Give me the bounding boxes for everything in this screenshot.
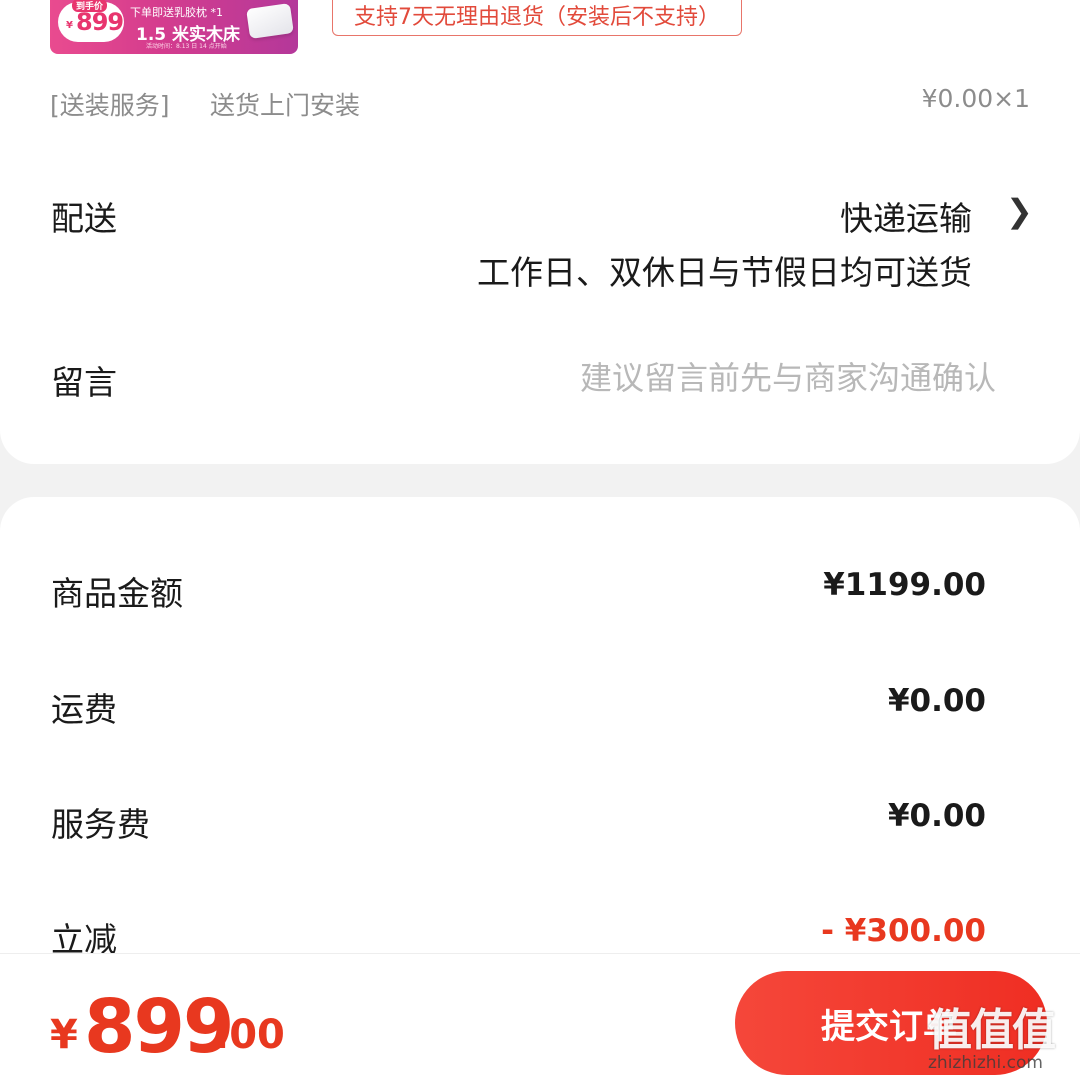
service-price: ¥0.00×1	[921, 84, 1030, 113]
service-fee-label: 服务费	[51, 805, 150, 844]
promo-line: 下单即送乳胶枕 *1	[130, 6, 223, 19]
watermark-logo: 值值值	[928, 1005, 1056, 1056]
service-label: [送装服务]	[50, 91, 170, 120]
price-number: 899	[76, 8, 124, 36]
goods-amount-value: ¥1199.00	[823, 567, 986, 603]
order-detail-card: 到手价 ¥ 899 下单即送乳胶枕 *1 1.5 米实木床 活动时间：8.13 …	[0, 0, 1080, 464]
total-decimals: .00	[214, 1012, 285, 1058]
delivery-label: 配送	[51, 199, 117, 238]
return-policy-badge: 支持7天无理由退货（安装后不支持）	[332, 0, 742, 36]
checkout-bar: ¥ 899 .00 提交订单 值值值 zhizhizhi.com	[0, 953, 1080, 1081]
price-yen: ¥	[66, 20, 73, 31]
price-bubble: 到手价 ¥ 899	[58, 0, 124, 42]
message-label: 留言	[51, 363, 117, 402]
discount-value: - ¥300.00	[821, 913, 986, 949]
watermark-url: zhizhizhi.com	[928, 1053, 1043, 1073]
total-currency: ¥	[50, 1012, 78, 1058]
chevron-right-icon[interactable]: ❯	[1006, 192, 1033, 230]
shipping-value: ¥0.00	[887, 683, 986, 719]
product-thumbnail[interactable]: 到手价 ¥ 899 下单即送乳胶枕 *1 1.5 米实木床 活动时间：8.13 …	[50, 0, 298, 54]
promo-time: 活动时间：8.13 日 14 点开始	[146, 43, 227, 50]
service-fee-value: ¥0.00	[887, 798, 986, 834]
delivery-note: 工作日、双休日与节假日均可送货	[477, 253, 972, 292]
pillow-image	[246, 3, 294, 39]
goods-amount-label: 商品金额	[51, 574, 183, 613]
delivery-method[interactable]: 快递运输	[840, 192, 972, 240]
message-input[interactable]	[436, 356, 996, 400]
total-amount: 899	[84, 984, 234, 1070]
service-name: 送货上门安装	[210, 91, 361, 120]
shipping-label: 运费	[51, 690, 117, 729]
